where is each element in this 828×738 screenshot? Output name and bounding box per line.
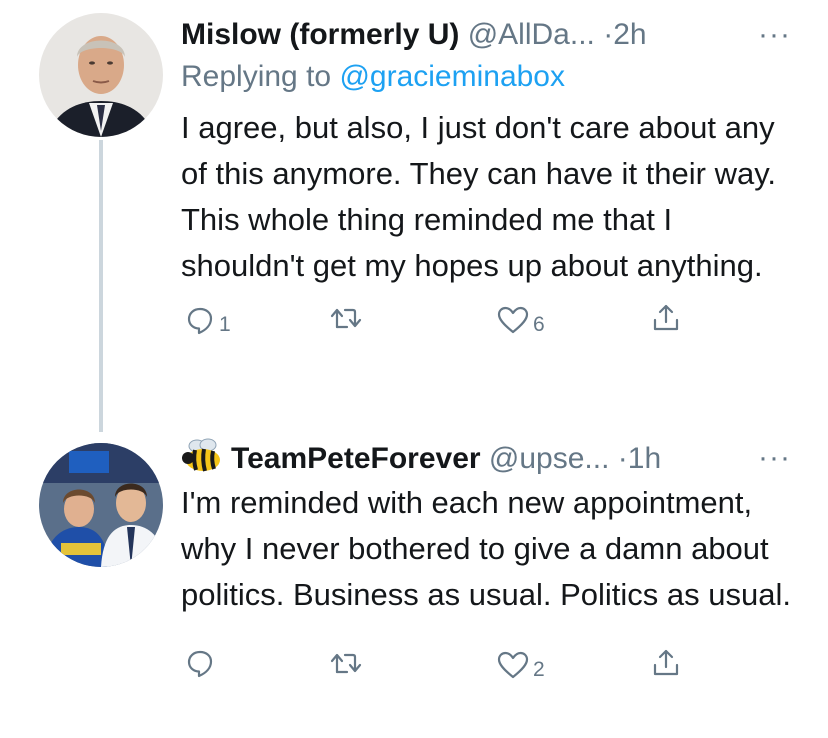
timestamp[interactable]: 2h	[613, 18, 646, 51]
like-button[interactable]: 6	[497, 303, 545, 337]
timestamp[interactable]: 1h	[628, 442, 661, 475]
tweet-header: Mislow (formerly U) @AllDa... ·2h ···	[181, 15, 791, 55]
avatar-mislow[interactable]	[39, 13, 163, 137]
retweet-button[interactable]	[329, 303, 367, 333]
reply-count: 1	[219, 313, 231, 336]
retweet-button[interactable]	[329, 648, 367, 678]
like-icon	[497, 306, 529, 334]
like-count: 2	[533, 658, 545, 681]
action-bar: 1 6	[181, 303, 791, 343]
bee-icon	[181, 438, 225, 485]
like-count: 6	[533, 313, 545, 336]
action-bar: 2	[181, 648, 791, 688]
retweet-icon	[330, 653, 362, 674]
like-icon	[497, 651, 529, 679]
more-icon[interactable]: ···	[758, 15, 791, 55]
user-handle[interactable]: @upse...	[489, 442, 610, 475]
avatar-teampeteforever[interactable]	[39, 443, 163, 567]
avatar-image	[39, 443, 163, 567]
more-icon[interactable]: ···	[758, 438, 791, 478]
replying-prefix: Replying to	[181, 60, 340, 93]
reply-button[interactable]: 1	[185, 303, 231, 337]
separator-dot: ·	[603, 18, 614, 51]
reply-icon	[187, 307, 213, 335]
share-icon	[653, 649, 679, 676]
retweet-icon	[330, 308, 362, 329]
share-button[interactable]	[651, 303, 681, 333]
reply-icon	[187, 650, 213, 678]
reply-button[interactable]	[185, 648, 219, 678]
share-button[interactable]	[651, 648, 681, 678]
share-icon	[653, 304, 679, 331]
display-name[interactable]: Mislow (formerly U)	[181, 18, 459, 51]
avatar-image	[39, 13, 163, 137]
tweet-header: TeamPeteForever @upse... ·1h ···	[181, 438, 791, 478]
replying-mention-link[interactable]: @gracieminabox	[339, 60, 565, 93]
replying-to: Replying to @gracieminabox	[181, 55, 791, 99]
display-name[interactable]: TeamPeteForever	[231, 442, 481, 475]
separator-dot: ·	[617, 442, 628, 475]
tweet-text: I'm reminded with each new appointment, …	[181, 485, 791, 612]
user-handle[interactable]: @AllDa...	[468, 18, 595, 51]
tweet-text: I agree, but also, I just don't care abo…	[181, 110, 777, 283]
like-button[interactable]: 2	[497, 648, 545, 682]
thread-connector-line	[99, 140, 103, 432]
